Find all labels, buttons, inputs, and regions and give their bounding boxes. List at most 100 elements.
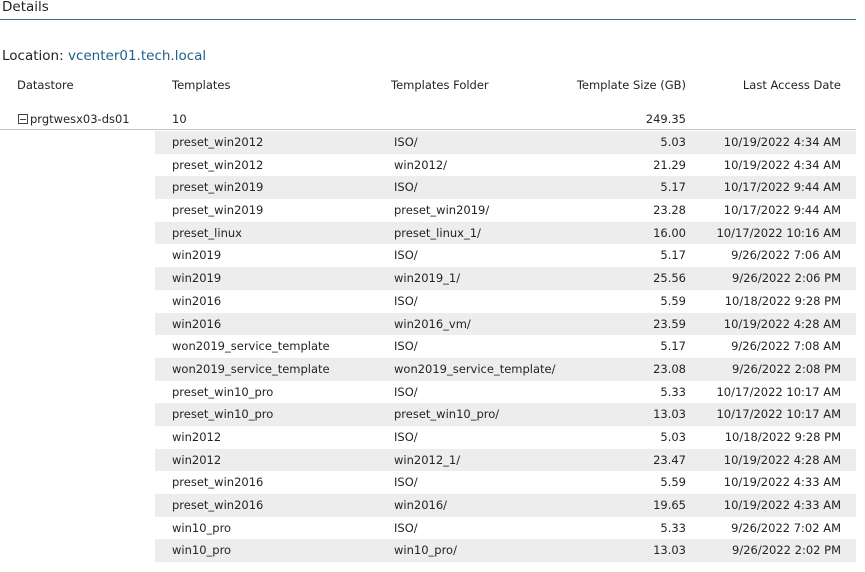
last-access-date-cell: 10/19/2022 4:34 AM	[723, 157, 841, 172]
template-name-cell: win2016	[172, 293, 222, 308]
datastore-name: prgtwesx03-ds01	[30, 112, 130, 126]
datastore-group-row: prgtwesx03-ds01 10 249.35	[0, 111, 856, 129]
templates-folder-cell: win2019_1/	[394, 271, 461, 286]
templates-folder-cell: ISO/	[394, 339, 418, 354]
templates-folder-cell: win10_pro/	[394, 543, 457, 558]
template-name-cell: win2012	[172, 429, 222, 444]
templates-folder-cell: ISO/	[394, 429, 418, 444]
last-access-date-cell: 10/19/2022 4:28 AM	[723, 452, 841, 467]
details-header: Details	[0, 0, 856, 20]
column-header-templates-folder[interactable]: Templates Folder	[391, 78, 489, 92]
table-row[interactable]: preset_win2019 ISO/5.17 10/17/2022 9:44 AM	[155, 176, 856, 200]
template-name-cell: preset_win10_pro	[172, 384, 274, 399]
last-access-date-cell: 10/19/2022 4:28 AM	[723, 316, 841, 331]
template-name-cell: preset_linux	[172, 225, 242, 240]
template-size-cell: 5.03	[660, 135, 686, 149]
location-value[interactable]: vcenter01.tech.local	[68, 48, 206, 64]
templates-folder-cell: preset_linux_1/	[394, 225, 481, 240]
last-access-date-cell: 9/26/2022 2:02 PM	[732, 543, 841, 558]
table-row[interactable]: win2012 win2012_1/23.47 10/19/2022 4:28 AM	[155, 448, 856, 472]
table-row[interactable]: win10_pro win10_pro/13.03 9/26/2022 2:02 P…	[155, 539, 856, 563]
table-row[interactable]: win2016 ISO/5.59 10/18/2022 9:28 PM	[155, 290, 856, 313]
template-rows: preset_win2012 ISO/5.03 10/19/2022 4:34 AM…	[155, 131, 856, 563]
last-access-date-cell: 9/26/2022 2:08 PM	[732, 361, 841, 376]
template-size-cell: 25.56	[653, 271, 686, 286]
template-size-cell: 5.03	[660, 429, 686, 444]
collapse-icon[interactable]	[18, 114, 28, 124]
templates-folder-cell: ISO/	[394, 384, 418, 399]
template-size-cell: 23.47	[653, 452, 686, 467]
template-size-cell: 23.59	[653, 316, 686, 331]
template-size-cell: 23.28	[653, 203, 686, 218]
table-header: Datastore Templates Templates Folder Tem…	[0, 78, 856, 94]
table-row[interactable]: win2016 win2016_vm/23.59 10/19/2022 4:28 A…	[155, 312, 856, 336]
table-row[interactable]: win2019 win2019_1/25.56 9/26/2022 2:06 PM	[155, 267, 856, 290]
template-size-cell: 5.33	[660, 384, 686, 399]
templates-folder-cell: ISO/	[394, 180, 418, 195]
template-name-cell: preset_win2016	[172, 498, 264, 512]
last-access-date-cell: 10/17/2022 10:16 AM	[716, 225, 841, 240]
template-name-cell: preset_win10_pro	[172, 407, 274, 422]
column-header-datastore[interactable]: Datastore	[17, 78, 74, 92]
group-divider	[0, 129, 856, 130]
template-name-cell: win2019	[172, 271, 222, 286]
table-row[interactable]: preset_win2012 ISO/5.03 10/19/2022 4:34 AM	[155, 131, 856, 154]
templates-folder-cell: preset_win2019/	[394, 203, 490, 218]
template-size-cell: 23.08	[653, 361, 686, 376]
template-name-cell: preset_win2012	[172, 157, 264, 172]
table-row[interactable]: win2019 ISO/5.17 9/26/2022 7:06 AM	[155, 244, 856, 267]
last-access-date-cell: 10/17/2022 9:44 AM	[723, 180, 841, 195]
templates-folder-cell: ISO/	[394, 135, 418, 149]
table-row[interactable]: preset_win10_pro preset_win10_pro/13.03 10…	[155, 403, 856, 426]
table-row[interactable]: won2019_service_template ISO/5.17 9/26/202…	[155, 335, 856, 358]
template-size-cell: 5.59	[660, 475, 686, 490]
last-access-date-cell: 10/18/2022 9:28 PM	[724, 293, 841, 308]
template-size-cell: 5.17	[660, 180, 686, 195]
template-size-cell: 13.03	[653, 543, 686, 558]
template-size-cell: 21.29	[653, 157, 686, 172]
table-row[interactable]: preset_win2016 win2016/19.65 10/19/2022 4:…	[155, 494, 856, 517]
template-size-cell: 5.17	[660, 248, 686, 263]
templates-folder-cell: preset_win10_pro/	[394, 407, 500, 422]
template-name-cell: win10_pro	[172, 543, 232, 558]
templates-folder-cell: ISO/	[394, 520, 418, 535]
templates-folder-cell: win2012/	[394, 157, 448, 172]
template-name-cell: win2012	[172, 452, 222, 467]
templates-folder-cell: win2016/	[394, 498, 448, 512]
page-title: Details	[2, 0, 49, 15]
table-row[interactable]: preset_win10_pro ISO/5.33 10/17/2022 10:17…	[155, 381, 856, 404]
templates-folder-cell: win2012_1/	[394, 452, 461, 467]
table-row[interactable]: preset_win2019 preset_win2019/23.28 10/17/…	[155, 199, 856, 222]
table-row[interactable]: won2019_service_template won2019_service_…	[155, 357, 856, 381]
column-header-template-size[interactable]: Template Size (GB)	[577, 78, 686, 92]
last-access-date-cell: 10/18/2022 9:28 PM	[724, 429, 841, 444]
template-size-cell: 5.17	[660, 339, 686, 354]
template-size-cell: 19.65	[653, 498, 686, 512]
template-size-cell: 5.59	[660, 293, 686, 308]
template-name-cell: win10_pro	[172, 520, 232, 535]
last-access-date-cell: 10/17/2022 9:44 AM	[723, 203, 841, 218]
last-access-date-cell: 9/26/2022 7:06 AM	[731, 248, 841, 263]
template-name-cell: win2019	[172, 248, 222, 263]
template-size-cell: 16.00	[653, 225, 686, 240]
column-header-templates[interactable]: Templates	[172, 78, 230, 92]
templates-folder-cell: win2016_vm/	[394, 316, 471, 331]
table-row[interactable]: win2012 ISO/5.03 10/18/2022 9:28 PM	[155, 426, 856, 449]
template-name-cell: preset_win2019	[172, 203, 264, 218]
template-name-cell: preset_win2016	[172, 475, 264, 490]
last-access-date-cell: 9/26/2022 7:08 AM	[731, 339, 841, 354]
column-header-last-access-date[interactable]: Last Access Date	[743, 78, 841, 92]
last-access-date-cell: 10/19/2022 4:33 AM	[723, 475, 841, 490]
last-access-date-cell: 9/26/2022 7:02 AM	[731, 520, 841, 535]
template-name-cell: win2016	[172, 316, 222, 331]
table-row[interactable]: preset_win2012 win2012/21.29 10/19/2022 4:…	[155, 154, 856, 177]
last-access-date-cell: 10/19/2022 4:34 AM	[723, 135, 841, 149]
last-access-date-cell: 10/17/2022 10:17 AM	[716, 384, 841, 399]
template-name-cell: won2019_service_template	[172, 339, 330, 354]
table-row[interactable]: win10_pro ISO/5.33 9/26/2022 7:02 AM	[155, 517, 856, 540]
table-row[interactable]: preset_win2016 ISO/5.59 10/19/2022 4:33 AM	[155, 471, 856, 494]
template-name-cell: preset_win2019	[172, 180, 264, 195]
table-row[interactable]: preset_linux preset_linux_1/16.00 10/17/20…	[155, 221, 856, 245]
template-size-cell: 5.33	[660, 520, 686, 535]
templates-folder-cell: won2019_service_template/	[394, 361, 556, 376]
